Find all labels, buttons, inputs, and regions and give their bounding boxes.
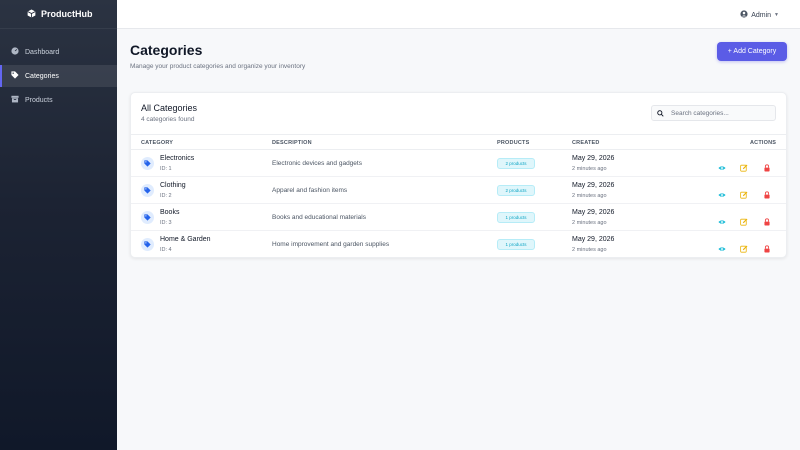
category-description: Apparel and fashion items — [272, 187, 348, 194]
brand[interactable]: ProductHub — [0, 0, 117, 29]
products-badge: 1 products — [497, 212, 535, 223]
created-relative: 2 minutes ago — [572, 247, 607, 253]
sidebar-item-label: Dashboard — [25, 48, 60, 56]
sidebar-nav: Dashboard Categories Products — [0, 41, 117, 111]
tag-icon — [141, 238, 154, 251]
edit-icon[interactable] — [740, 159, 748, 172]
edit-icon[interactable] — [740, 186, 748, 199]
edit-icon[interactable] — [740, 213, 748, 226]
sidebar-item-label: Products — [25, 96, 53, 104]
column-header-description[interactable]: DESCRIPTION — [272, 140, 312, 146]
topbar: Admin ▼ — [117, 0, 800, 29]
page-subtitle: Manage your product categories and organ… — [130, 63, 306, 70]
products-badge: 2 products — [497, 185, 535, 196]
lock-icon[interactable] — [763, 213, 771, 226]
eye-icon[interactable] — [718, 186, 726, 197]
category-name: Books — [160, 209, 180, 216]
search-input[interactable] — [671, 109, 766, 117]
sidebar-item-products[interactable]: Products — [0, 89, 117, 111]
edit-icon[interactable] — [740, 240, 748, 253]
user-name: Admin — [751, 11, 772, 19]
table-row[interactable]: Books ID: 3 Books and educational materi… — [131, 204, 786, 231]
created-relative: 2 minutes ago — [572, 220, 607, 226]
user-circle-icon — [740, 10, 748, 20]
tag-icon — [141, 184, 154, 197]
search-icon — [657, 104, 664, 122]
column-header-created[interactable]: CREATED — [572, 140, 600, 146]
table-row[interactable]: Home & Garden ID: 4 Home improvement and… — [131, 231, 786, 258]
user-menu[interactable]: Admin ▼ — [740, 10, 779, 20]
category-id: ID: 4 — [160, 247, 172, 253]
categories-card: All Categories 4 categories found CATEGO… — [130, 92, 787, 258]
category-count: 4 categories found — [141, 116, 195, 123]
created-date: May 29, 2026 — [572, 236, 615, 243]
eye-icon[interactable] — [718, 213, 726, 224]
table-body: Electronics ID: 1 Electronic devices and… — [131, 150, 786, 258]
category-name: Home & Garden — [160, 236, 211, 243]
category-id: ID: 3 — [160, 220, 172, 226]
category-description: Home improvement and garden supplies — [272, 241, 390, 248]
brand-name: ProductHub — [41, 9, 93, 19]
tag-icon — [141, 211, 154, 224]
table-row[interactable]: Clothing ID: 2 Apparel and fashion items… — [131, 177, 786, 204]
sidebar: ProductHub Dashboard Categories Products — [0, 0, 117, 450]
sidebar-item-categories[interactable]: Categories — [0, 65, 117, 87]
category-id: ID: 1 — [160, 166, 172, 172]
table-row[interactable]: Electronics ID: 1 Electronic devices and… — [131, 150, 786, 177]
chevron-down-icon: ▼ — [774, 12, 779, 18]
dashboard-icon — [11, 47, 19, 57]
lock-icon[interactable] — [763, 240, 771, 253]
created-relative: 2 minutes ago — [572, 166, 607, 172]
lock-icon[interactable] — [763, 159, 771, 172]
page-title: Categories — [130, 42, 203, 58]
box-icon — [11, 95, 19, 105]
created-date: May 29, 2026 — [572, 155, 615, 162]
category-description: Books and educational materials — [272, 214, 366, 221]
category-name: Electronics — [160, 155, 195, 162]
created-date: May 29, 2026 — [572, 209, 615, 216]
eye-icon[interactable] — [718, 240, 726, 251]
column-header-products[interactable]: PRODUCTS — [497, 140, 529, 146]
category-description: Electronic devices and gadgets — [272, 160, 362, 167]
products-badge: 2 products — [497, 158, 535, 169]
category-id: ID: 2 — [160, 193, 172, 199]
eye-icon[interactable] — [718, 159, 726, 170]
created-date: May 29, 2026 — [572, 182, 615, 189]
sidebar-item-label: Categories — [25, 72, 59, 80]
table-header: CATEGORY DESCRIPTION PRODUCTS CREATED AC… — [131, 134, 786, 150]
products-badge: 1 products — [497, 239, 535, 250]
created-relative: 2 minutes ago — [572, 193, 607, 199]
cube-icon — [27, 8, 36, 20]
lock-icon[interactable] — [763, 186, 771, 199]
column-header-actions: ACTIONS — [750, 140, 777, 146]
column-header-category[interactable]: CATEGORY — [141, 140, 173, 146]
tag-icon — [11, 71, 19, 81]
add-category-button[interactable]: + Add Category — [717, 42, 787, 61]
tag-icon — [141, 157, 154, 170]
card-title: All Categories — [141, 103, 198, 113]
search-box — [651, 105, 776, 121]
category-name: Clothing — [160, 182, 186, 189]
sidebar-item-dashboard[interactable]: Dashboard — [0, 41, 117, 63]
